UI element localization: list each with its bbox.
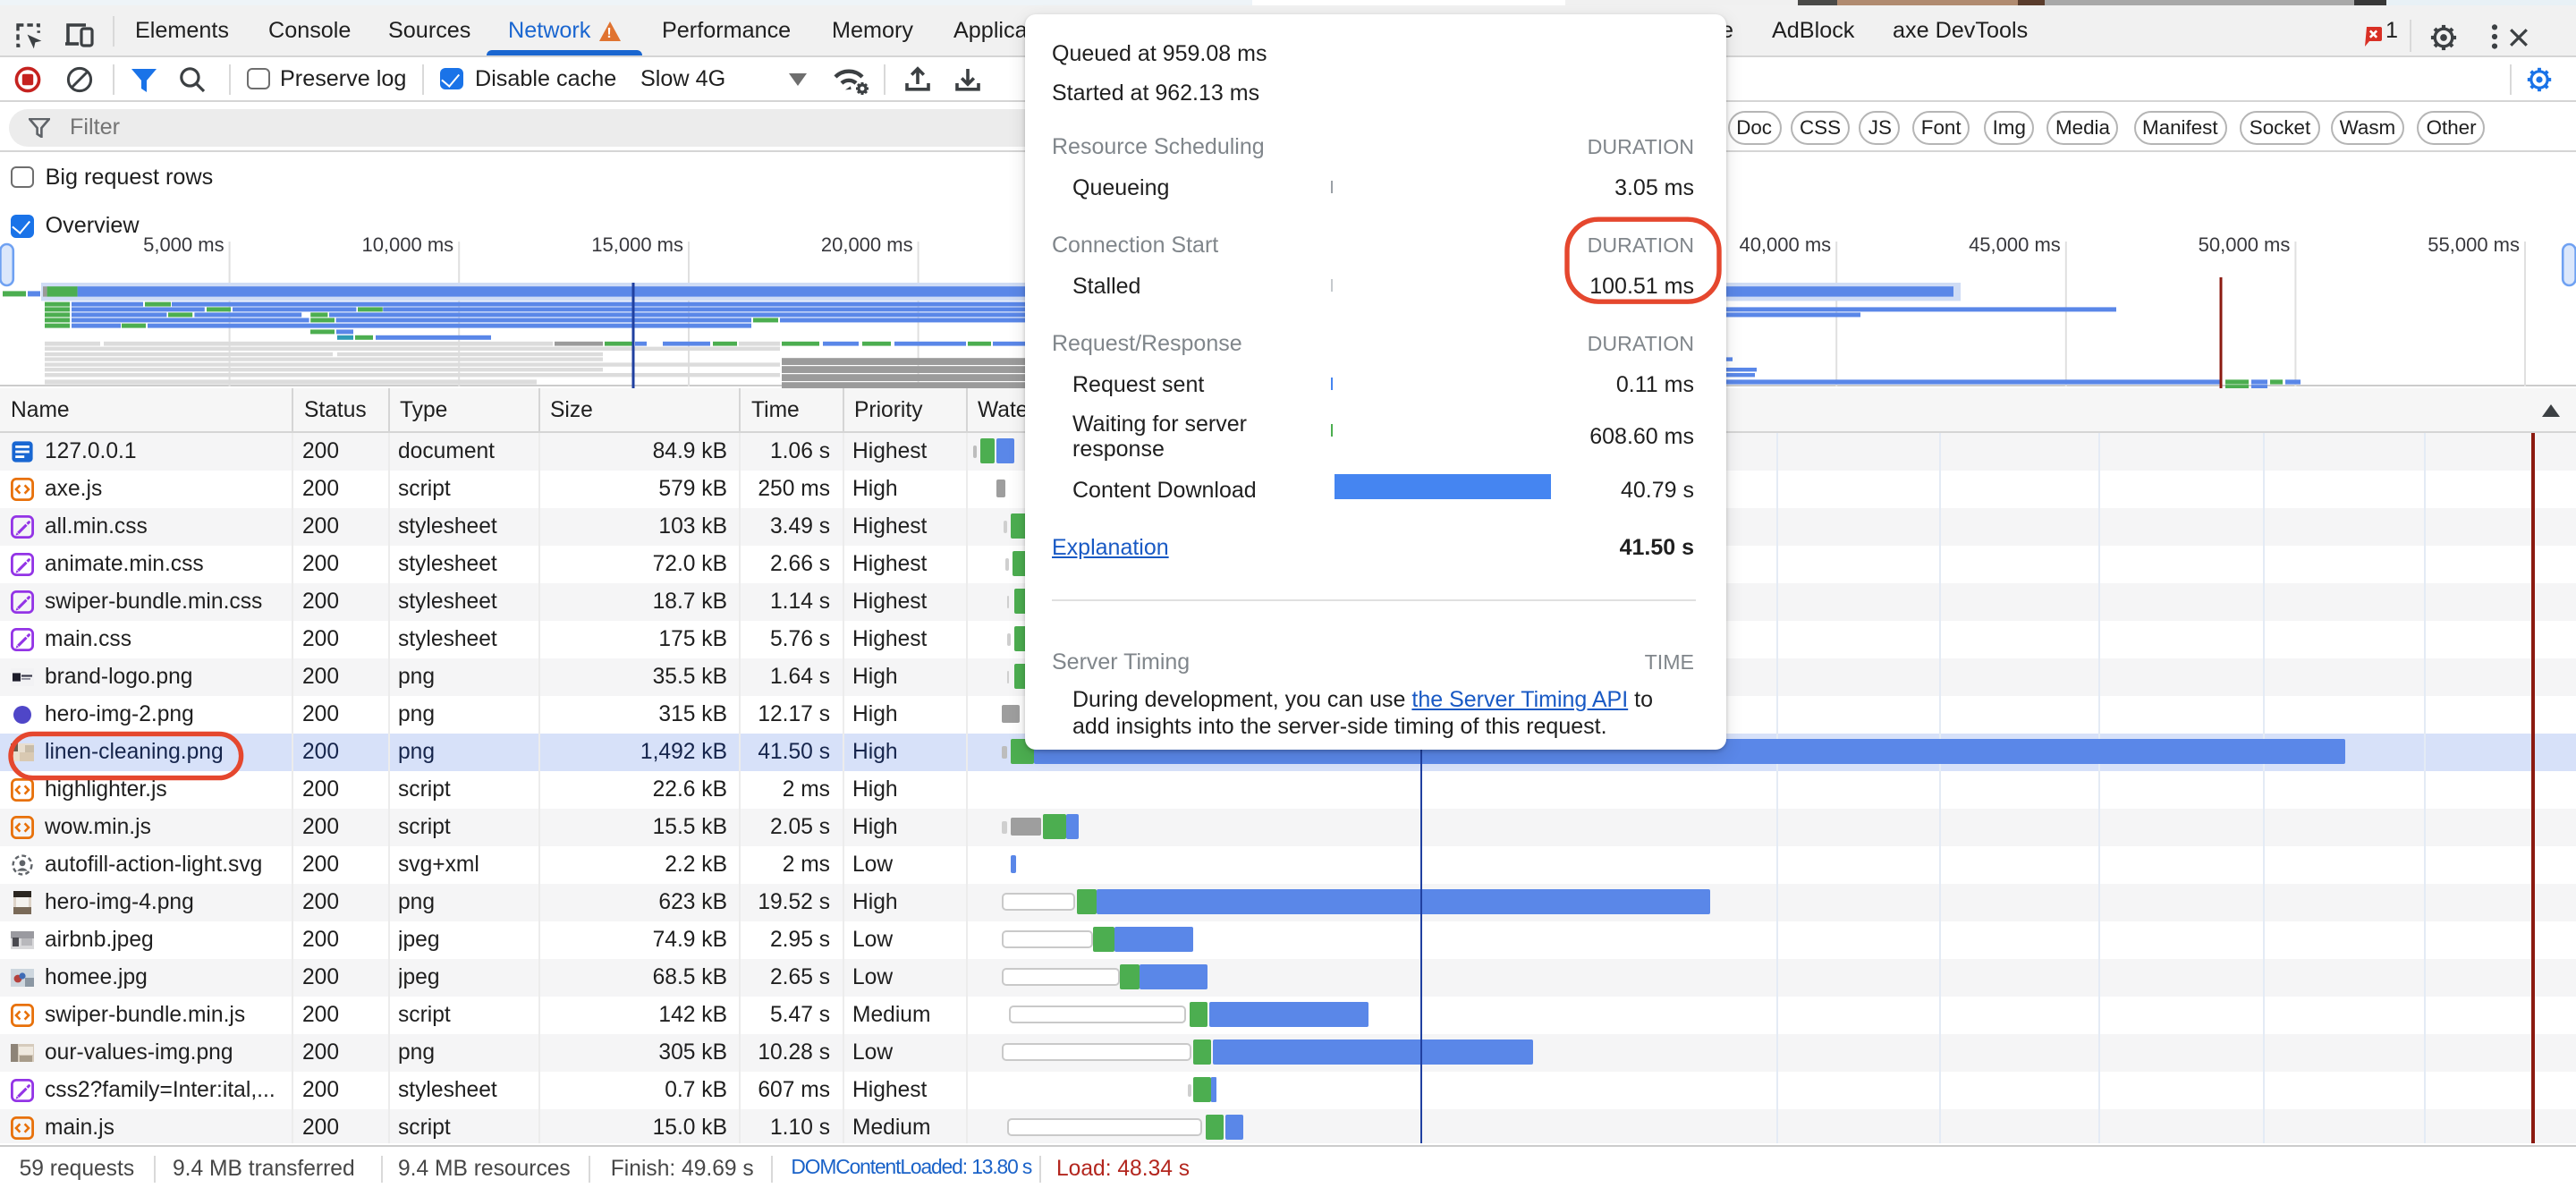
svg-text:5,000 ms: 5,000 ms: [143, 233, 225, 255]
svg-text:20,000 ms: 20,000 ms: [821, 233, 913, 255]
svg-text:40,000 ms: 40,000 ms: [1739, 233, 1831, 255]
svg-text:55,000 ms: 55,000 ms: [2428, 233, 2520, 255]
svg-text:50,000 ms: 50,000 ms: [2199, 233, 2291, 255]
svg-text:15,000 ms: 15,000 ms: [591, 233, 683, 255]
svg-text:10,000 ms: 10,000 ms: [361, 233, 453, 255]
svg-text:45,000 ms: 45,000 ms: [1969, 233, 2061, 255]
